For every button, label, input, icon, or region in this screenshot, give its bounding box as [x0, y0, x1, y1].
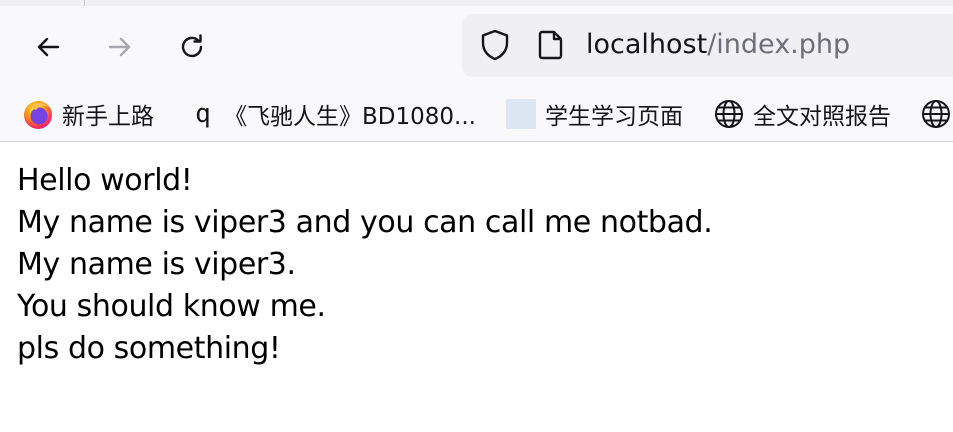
- arrow-left-icon: [37, 37, 60, 57]
- bookmarks-toolbar: 新手上路 q 《飞驰人生》BD1080... 学生学习页面 全文对照报告: [0, 92, 953, 136]
- text-line: My name is viper3.: [17, 247, 296, 282]
- url-path: /index.php: [707, 29, 851, 60]
- text-line: You should know me.: [17, 289, 326, 324]
- bookmark-label: 全文对照报告: [753, 104, 891, 130]
- globe-icon: [713, 98, 745, 130]
- address-bar[interactable]: localhost/index.php: [462, 14, 953, 77]
- reload-button[interactable]: [171, 26, 213, 68]
- globe-icon: [920, 98, 952, 130]
- bookmark-label: 新手上路: [62, 104, 154, 130]
- arrow-right-icon: [108, 37, 131, 57]
- bookmark-quanwen-duizhao[interactable]: 全文对照报告: [713, 92, 891, 136]
- url-text[interactable]: localhost/index.php: [586, 27, 850, 63]
- page-icon[interactable]: [536, 29, 566, 61]
- firefox-icon: [22, 98, 54, 130]
- reload-icon: [181, 34, 203, 58]
- bookmark-feichi-rensheng[interactable]: q 《飞驰人生》BD1080...: [190, 92, 476, 136]
- text-line: My name is viper3 and you can call me no…: [17, 205, 713, 240]
- shield-icon[interactable]: [478, 28, 512, 62]
- tab-separator: [84, 0, 85, 6]
- tab-strip: [0, 0, 953, 6]
- bookmark-xuesheng-xuexi[interactable]: 学生学习页面: [505, 92, 683, 136]
- bookmark-label: 学生学习页面: [545, 104, 683, 130]
- url-host: localhost: [586, 29, 708, 60]
- text-line: pls do something!: [17, 331, 281, 366]
- blank-favicon: [505, 98, 537, 130]
- back-button[interactable]: [27, 26, 69, 68]
- q-icon-glyph: q: [195, 99, 211, 129]
- q-icon: q: [190, 98, 216, 130]
- bookmark-label: 《飞驰人生》BD1080...: [224, 104, 476, 130]
- forward-button[interactable]: [99, 26, 141, 68]
- bookmark-globe-partial[interactable]: [920, 92, 953, 136]
- bookmark-xinshou-shanglu[interactable]: 新手上路: [22, 92, 154, 136]
- text-line: Hello world!: [17, 163, 193, 198]
- page-content: Hello world! My name is viper3 and you c…: [17, 160, 713, 370]
- browser-toolbar: localhost/index.php 新手上路 q 《飞驰人生》BD1080.…: [0, 0, 953, 142]
